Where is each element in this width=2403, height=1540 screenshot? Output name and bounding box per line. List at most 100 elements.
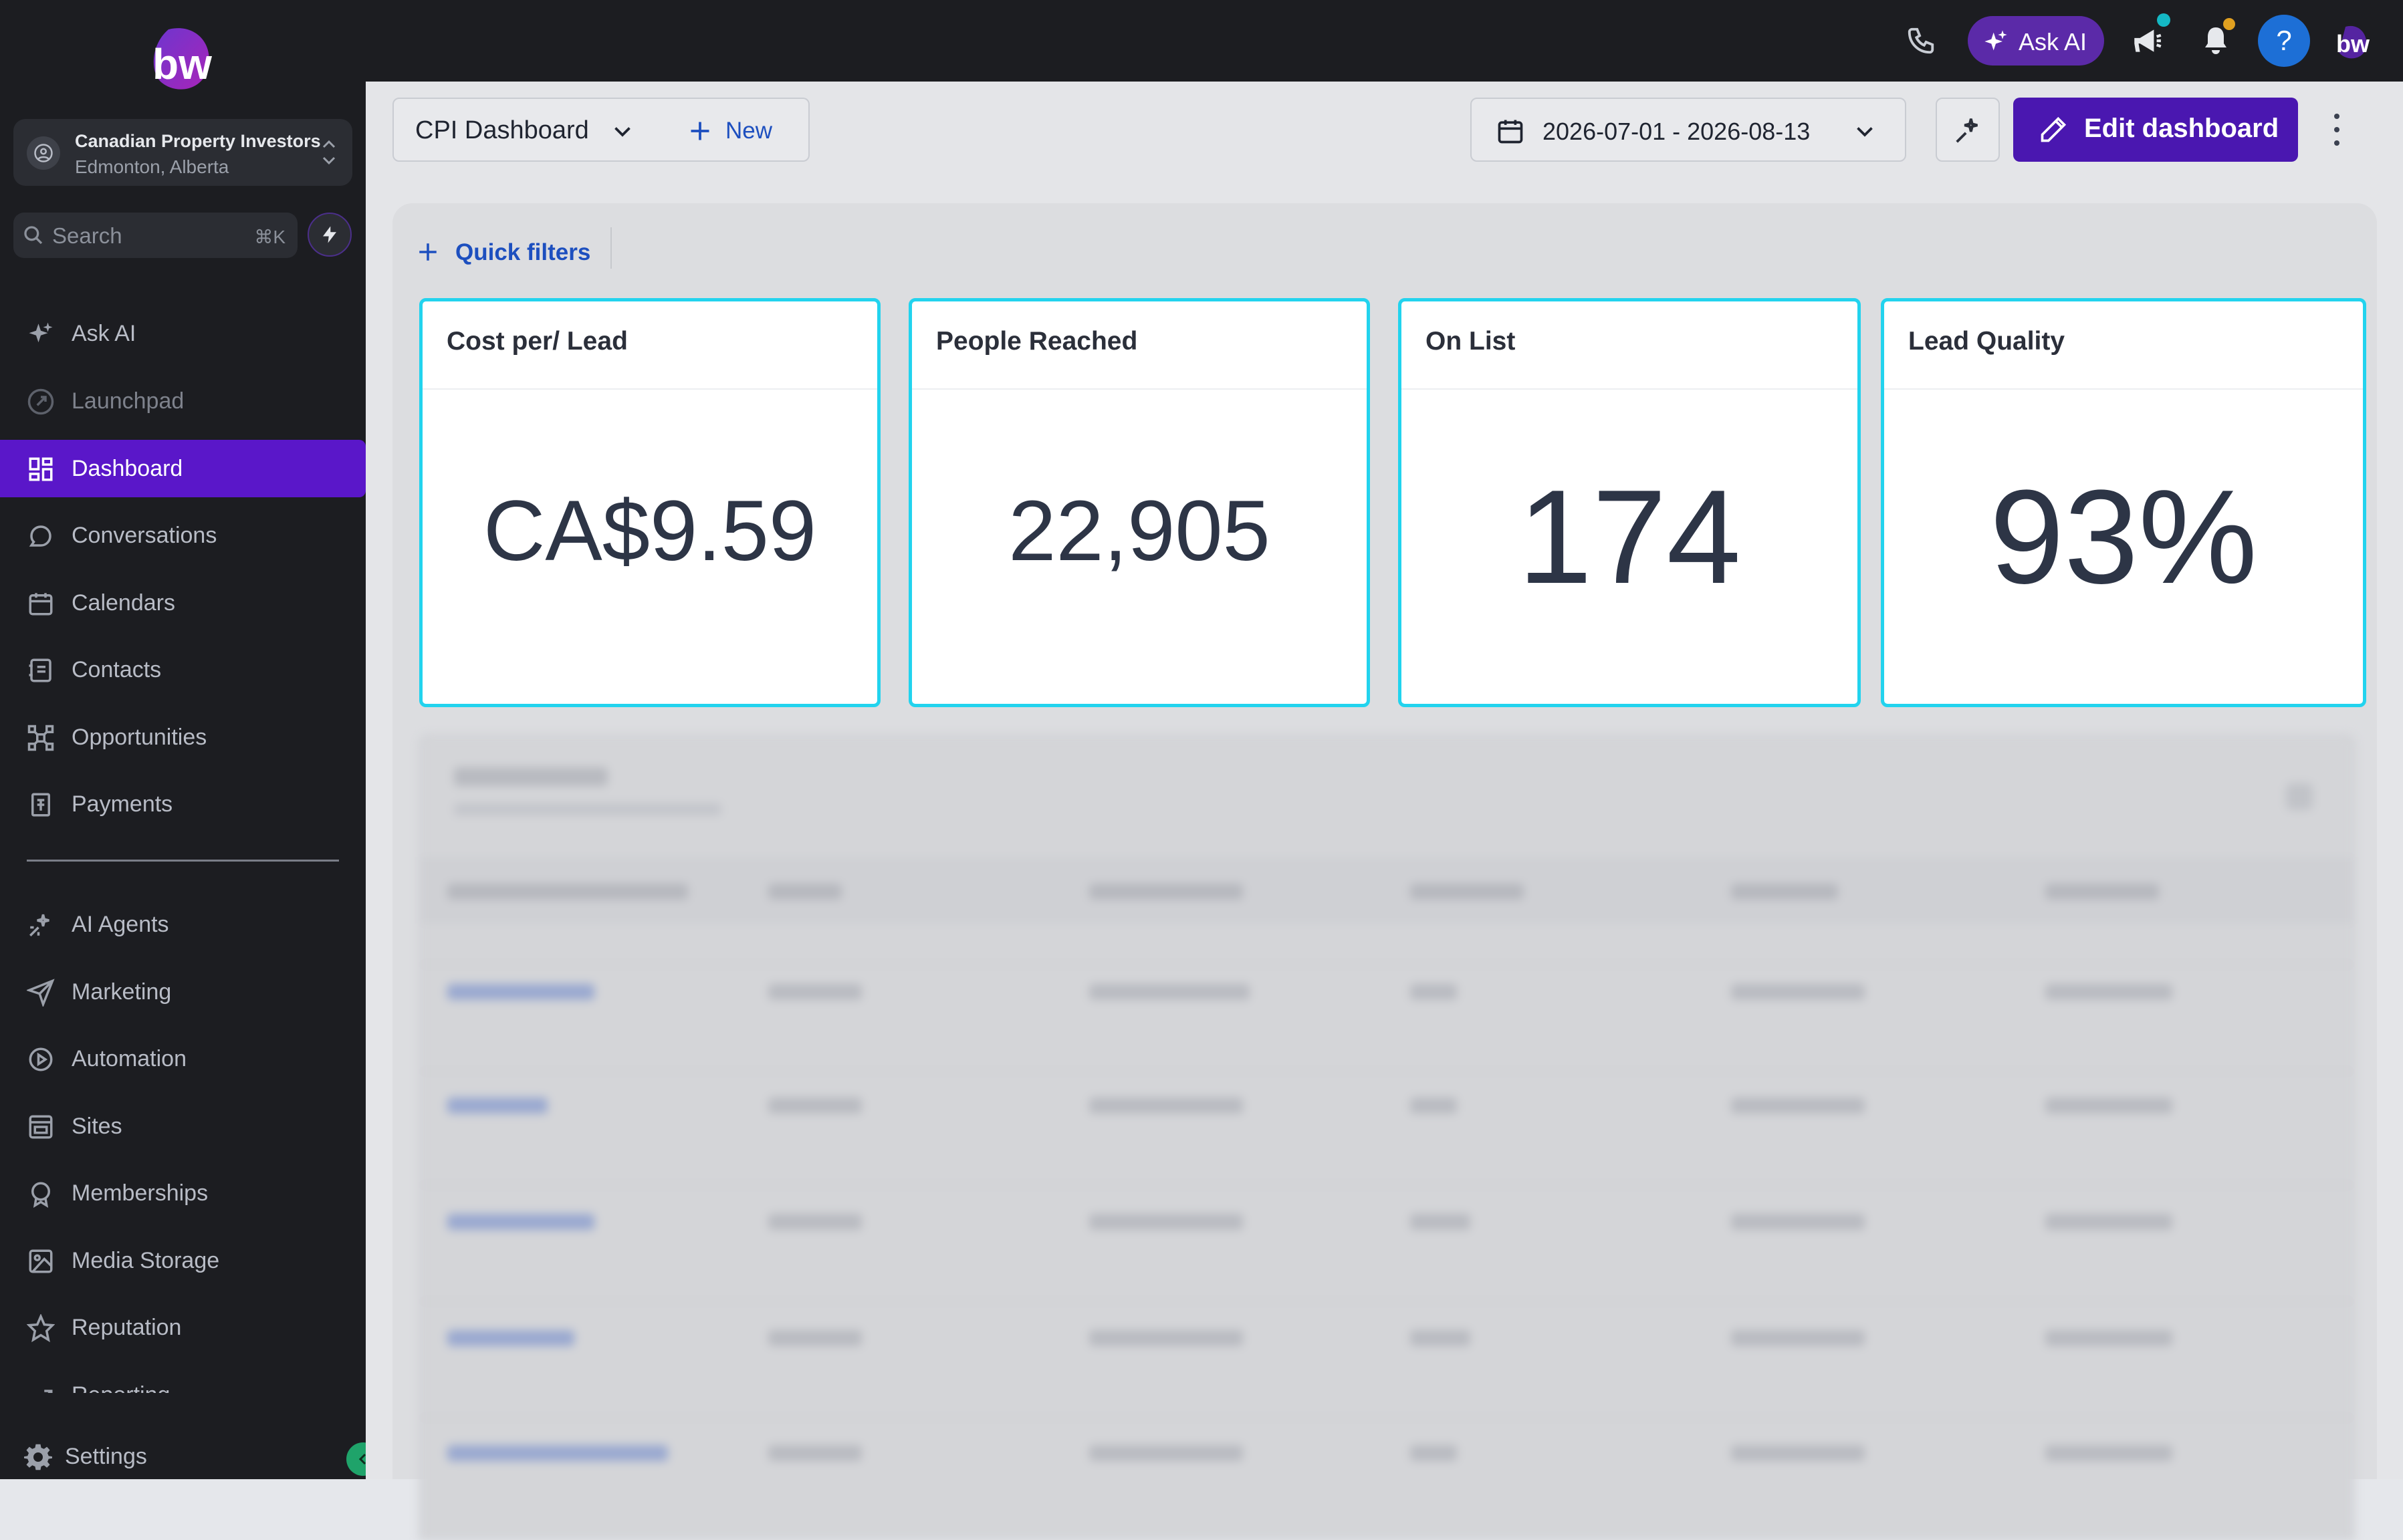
search-placeholder: Search <box>52 223 122 248</box>
sidebar: bw Canadian Property Investors Edmonton,… <box>0 0 380 1479</box>
kpi-card-on-list[interactable]: On List 174 <box>1398 298 1861 707</box>
plus-icon <box>419 243 437 261</box>
automation-icon <box>29 1047 53 1071</box>
help-icon: ? <box>2276 25 2292 56</box>
sidebar-item-automation[interactable]: Automation <box>0 1030 366 1087</box>
sidebar-item-label: Launchpad <box>72 388 185 414</box>
account-icon <box>27 136 60 170</box>
sidebar-item-label: Marketing <box>72 979 172 1005</box>
ask-ai-button[interactable]: Ask AI <box>1968 16 2104 66</box>
sidebar-item-contacts[interactable]: Contacts <box>0 641 366 698</box>
table-row <box>421 1417 2353 1418</box>
magic-wand-icon <box>1956 118 1978 143</box>
kpi-value: CA$9.59 <box>483 483 817 579</box>
sidebar-item-memberships[interactable]: Memberships <box>0 1164 366 1222</box>
contacts-icon <box>29 658 51 682</box>
sidebar-item-label: Dashboard <box>72 456 183 481</box>
pencil-icon <box>2041 116 2067 142</box>
kpi-card-lead-quality[interactable]: Lead Quality 93% <box>1881 298 2366 707</box>
avatar[interactable]: bw <box>2332 23 2371 61</box>
sparkles-icon <box>1984 30 2007 51</box>
new-label: New <box>725 118 773 144</box>
calendar-icon <box>29 593 53 616</box>
sidebar-item-label: Automation <box>72 1046 187 1071</box>
image-icon <box>29 1249 53 1273</box>
sidebar-item-calendars[interactable]: Calendars <box>0 574 366 632</box>
sidebar-item-label: Sites <box>72 1114 122 1139</box>
filter-divider <box>610 227 612 269</box>
sidebar-item-ask-ai[interactable]: Ask AI <box>0 305 366 362</box>
kpi-value: 22,905 <box>1008 483 1270 579</box>
edit-dashboard-button[interactable]: Edit dashboard <box>2013 98 2298 162</box>
quick-filters-label: Quick filters <box>455 239 591 265</box>
sidebar-item-reporting[interactable]: Reporting <box>0 1366 366 1393</box>
dashboard-selector[interactable]: CPI Dashboard <box>392 98 663 162</box>
notification-dot <box>2157 13 2170 27</box>
sidebar-item-sites[interactable]: Sites <box>0 1098 366 1155</box>
edit-dashboard-label: Edit dashboard <box>2084 114 2279 143</box>
kpi-title: Cost per/ Lead <box>447 327 628 356</box>
ai-insights-button[interactable] <box>1936 98 2000 162</box>
sidebar-item-label: AI Agents <box>72 912 169 937</box>
date-range-value: 2026-07-01 - 2026-08-13 <box>1542 118 1811 145</box>
kpi-divider <box>1401 388 1857 390</box>
kpi-divider <box>1884 388 2363 390</box>
dashboard-canvas: Quick filters Cost per/ Lead CA$9.59 Peo… <box>392 203 2377 1540</box>
sidebar-item-reputation[interactable]: Reputation <box>0 1299 366 1356</box>
megaphone-icon[interactable] <box>2130 24 2164 57</box>
widget-title-placeholder <box>454 767 608 786</box>
quick-action-button[interactable] <box>308 213 352 257</box>
sidebar-item-settings[interactable]: Settings <box>0 1428 366 1485</box>
sidebar-item-marketing[interactable]: Marketing <box>0 963 366 1021</box>
star-icon <box>27 1314 55 1342</box>
search-input[interactable]: Search ⌘K <box>13 213 298 258</box>
chevron-down-icon <box>614 127 631 137</box>
ask-ai-label: Ask AI <box>2019 28 2087 55</box>
help-button[interactable]: ? <box>2258 15 2310 67</box>
sidebar-item-label: Memberships <box>72 1180 209 1206</box>
blurred-table-widget <box>419 735 2354 1540</box>
dashboard-name: CPI Dashboard <box>415 116 589 144</box>
kpi-card-people-reached[interactable]: People Reached 22,905 <box>909 298 1370 707</box>
main-content: CPI Dashboard New 2026-07-01 - 2026-08-1… <box>366 82 2403 1540</box>
kpi-card-cost-per-lead[interactable]: Cost per/ Lead CA$9.59 <box>419 298 881 707</box>
sidebar-item-label: Media Storage <box>72 1248 220 1273</box>
sidebar-item-conversations[interactable]: Conversations <box>0 507 366 564</box>
notification-dot <box>2223 18 2235 30</box>
sidebar-item-label: Contacts <box>72 657 162 682</box>
kpi-title: Lead Quality <box>1908 327 2065 356</box>
ai-agents-icon <box>29 914 49 936</box>
kpi-value: 174 <box>1518 463 1741 612</box>
account-switcher[interactable]: Canadian Property Investors Edmonton, Al… <box>13 119 352 186</box>
date-range-picker[interactable]: 2026-07-01 - 2026-08-13 <box>1470 98 1906 162</box>
sidebar-item-launchpad[interactable]: Launchpad <box>0 372 366 430</box>
sidebar-item-ai-agents[interactable]: AI Agents <box>0 896 366 953</box>
table-row <box>421 1184 2353 1186</box>
bolt-icon <box>323 226 336 243</box>
svg-text:bw: bw <box>152 40 212 88</box>
sidebar-item-opportunities[interactable]: Opportunities <box>0 709 366 766</box>
kpi-divider <box>423 388 877 390</box>
award-icon <box>31 1182 50 1208</box>
sidebar-item-payments[interactable]: Payments <box>0 775 366 833</box>
table-row <box>421 1071 2353 1072</box>
chevron-down-icon <box>1857 127 1873 137</box>
search-icon <box>24 226 43 245</box>
table-row <box>421 1301 2353 1302</box>
kpi-divider <box>912 388 1367 390</box>
rocket-icon <box>27 388 54 415</box>
kpi-title: On List <box>1425 327 1516 356</box>
sidebar-item-label: Ask AI <box>72 321 136 346</box>
sidebar-item-label: Conversations <box>72 523 217 548</box>
phone-icon[interactable] <box>1906 25 1936 56</box>
sidebar-divider <box>27 860 339 862</box>
sparkles-icon <box>29 322 53 343</box>
grid-icon <box>29 457 53 481</box>
more-options-icon[interactable] <box>2330 111 2343 148</box>
new-dashboard-button[interactable]: New <box>661 98 810 162</box>
brand-logo[interactable]: bw <box>148 24 215 95</box>
sidebar-item-media-storage[interactable]: Media Storage <box>0 1232 366 1289</box>
sidebar-item-dashboard[interactable]: Dashboard <box>0 440 366 497</box>
network-icon <box>27 725 54 751</box>
sidebar-item-label: Calendars <box>72 590 175 616</box>
